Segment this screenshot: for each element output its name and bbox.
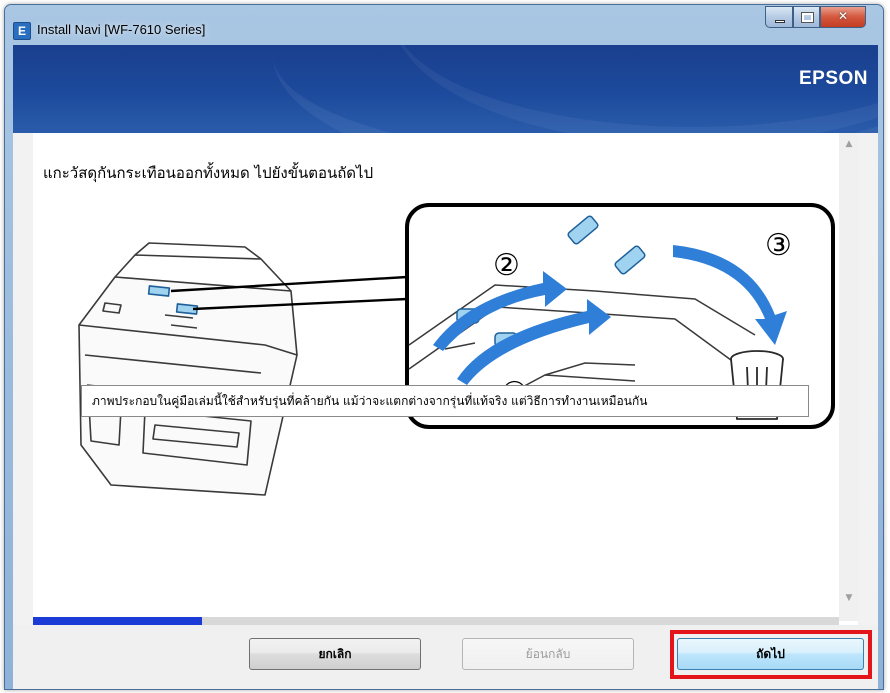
maximize-icon bbox=[801, 12, 814, 23]
instruction-panel: แกะวัสดุกันกระเทือนออกทั้งหมด ไปยังขั้นต… bbox=[33, 133, 858, 625]
installer-window: E Install Navi [WF-7610 Series] ✕ EPSON … bbox=[4, 4, 884, 690]
scroll-down-icon[interactable]: ▼ bbox=[839, 589, 859, 607]
remove-tape-illustration: ① ② ③ bbox=[78, 203, 835, 496]
minimize-button[interactable] bbox=[765, 6, 793, 28]
disclaimer-note: ภาพประกอบในคู่มือเล่มนี้ใช้สำหรับรุ่นที่… bbox=[81, 385, 809, 417]
install-progress-bar bbox=[33, 617, 839, 625]
close-icon: ✕ bbox=[837, 9, 849, 23]
progress-fill bbox=[33, 617, 203, 625]
brand-header: EPSON bbox=[13, 45, 878, 133]
minimize-icon bbox=[775, 20, 785, 23]
back-button[interactable]: ย้อนกลับ bbox=[462, 638, 634, 670]
vertical-scrollbar[interactable]: ▲ ▼ bbox=[839, 133, 859, 621]
content-area: แกะวัสดุกันกระเทือนออกทั้งหมด ไปยังขั้นต… bbox=[13, 133, 878, 625]
scroll-up-icon[interactable]: ▲ bbox=[839, 135, 859, 153]
window-title: Install Navi [WF-7610 Series] bbox=[37, 22, 206, 37]
next-button[interactable]: ถัดไป bbox=[677, 638, 864, 670]
step-2-marker: ② bbox=[493, 248, 520, 283]
app-icon: E bbox=[13, 22, 31, 40]
instruction-text: แกะวัสดุกันกระเทือนออกทั้งหมด ไปยังขั้นต… bbox=[43, 164, 374, 182]
step-3-marker: ③ bbox=[765, 228, 792, 263]
maximize-button[interactable] bbox=[793, 6, 820, 28]
title-bar[interactable]: E Install Navi [WF-7610 Series] ✕ bbox=[5, 5, 883, 45]
printer-drawing bbox=[78, 242, 298, 496]
button-bar: ยกเลิก ย้อนกลับ ถัดไป bbox=[13, 625, 878, 689]
close-button[interactable]: ✕ bbox=[820, 6, 866, 28]
cancel-button[interactable]: ยกเลิก bbox=[249, 638, 421, 670]
epson-logo: EPSON bbox=[798, 68, 868, 89]
